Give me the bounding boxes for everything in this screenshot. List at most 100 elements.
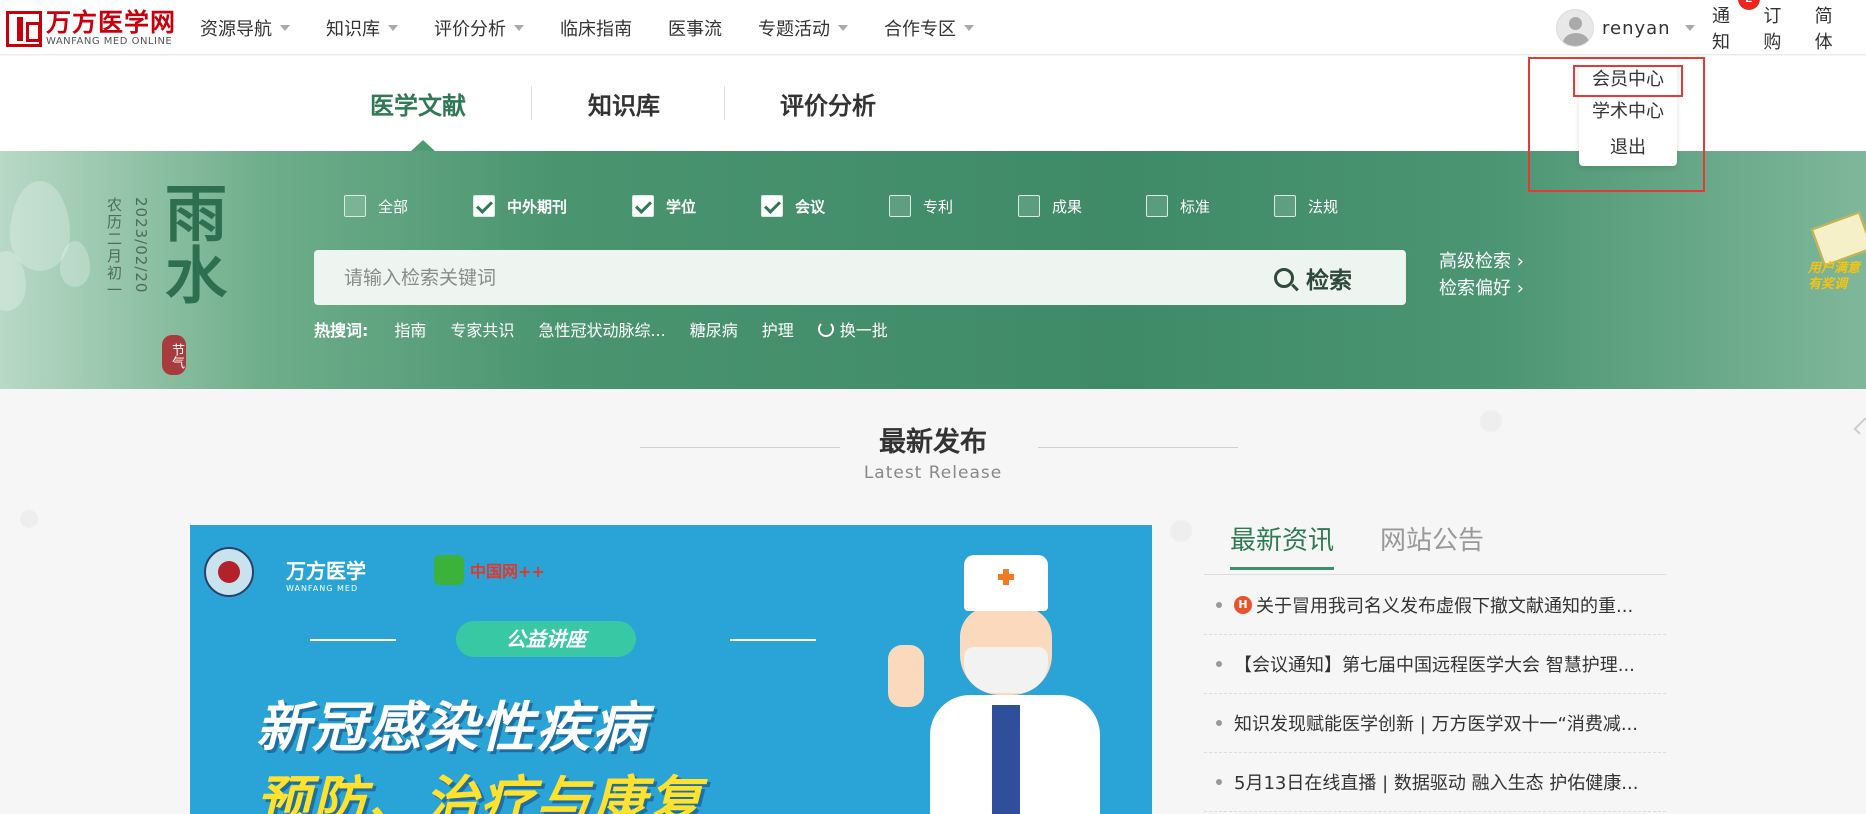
news-list: H 关于冒用我司名义发布虚假下撤文献通知的重... 【会议通知】第七届中国远程医… [1204, 576, 1666, 812]
checkbox[interactable] [1018, 195, 1040, 217]
chevron-down-icon [838, 24, 848, 31]
banner-rule [310, 639, 396, 641]
banner-logo-wanfang: 万方医学 WANFANG MED [286, 559, 366, 593]
resource-filters: 全部 中外期刊 学位 会议 专利 成果 标准 法规 [344, 195, 1374, 217]
banner-tag: 公益讲座 [456, 621, 636, 657]
banner-headline: 新冠感染性疾病 [256, 696, 648, 759]
wechat-icon [434, 555, 464, 585]
nav-special-events[interactable]: 专题活动 [758, 15, 848, 41]
hot-icon: H [1234, 596, 1252, 614]
user-menu-trigger[interactable]: renyan [1556, 9, 1695, 47]
bullet-icon [1216, 602, 1222, 608]
tab-divider [531, 86, 532, 120]
filter-standard[interactable]: 标准 [1146, 195, 1274, 217]
hot-keyword[interactable]: 护理 [762, 317, 794, 341]
search-box: 检索 [314, 250, 1406, 305]
section-title: 最新发布 [879, 427, 987, 458]
checkbox[interactable] [889, 195, 911, 217]
latest-release-heading: 最新发布 Latest Release [0, 420, 1866, 483]
hot-keyword[interactable]: 急性冠状动脉综... [538, 317, 665, 341]
language-switch[interactable]: 简体 [1815, 2, 1848, 54]
notifications-link[interactable]: 通知 2 [1712, 0, 1760, 54]
logo-mark-icon [6, 11, 42, 47]
hot-keyword[interactable]: 指南 [394, 317, 426, 341]
hot-keyword[interactable]: 糖尿病 [690, 317, 738, 341]
filter-patent[interactable]: 专利 [889, 195, 1018, 217]
background-node [20, 510, 38, 528]
filter-all[interactable]: 全部 [344, 195, 473, 217]
utility-links: 通知 2 订购 简体 [1712, 0, 1866, 55]
site-logo[interactable]: 万方医学网 WANFANG MED ONLINE [6, 10, 176, 48]
nav-medical-stream[interactable]: 医事流 [668, 15, 722, 41]
checkbox[interactable] [1274, 195, 1296, 217]
chevron-down-icon [388, 24, 398, 31]
lecture-banner[interactable]: 万方医学 WANFANG MED 中国网++ 公益讲座 新冠感染性疾病 预防、治… [190, 525, 1152, 814]
list-item[interactable]: 5月13日在线直播 | 数据驱动 融入生态 护佑健康... [1204, 753, 1666, 812]
highlight-frame [1528, 57, 1705, 192]
logo-subtitle: WANFANG MED ONLINE [46, 36, 173, 47]
notification-badge: 2 [1738, 0, 1760, 10]
search-button[interactable]: 检索 [1274, 250, 1352, 305]
news-divider [1204, 574, 1666, 575]
filter-regulation[interactable]: 法规 [1274, 195, 1374, 217]
avatar-icon [1556, 9, 1594, 47]
bullet-icon [1216, 720, 1222, 726]
nav-clinical-guidelines[interactable]: 临床指南 [560, 15, 632, 41]
solar-term-date: 2023/02/20 [132, 197, 150, 294]
filter-conference[interactable]: 会议 [761, 195, 889, 217]
book-icon [1810, 211, 1866, 267]
medical-cross-icon [998, 569, 1014, 585]
bullet-icon [1216, 661, 1222, 667]
refresh-keywords-button[interactable]: 换一批 [817, 317, 888, 341]
nav-resources[interactable]: 资源导航 [200, 15, 290, 41]
refresh-icon [817, 321, 834, 337]
promo-line-2: 有奖调 [1808, 277, 1848, 292]
chevron-down-icon [280, 24, 290, 31]
chevron-down-icon [1684, 25, 1695, 31]
survey-promo[interactable]: 用户满意 有奖调 [1808, 211, 1866, 301]
tab-announcements[interactable]: 网站公告 [1380, 520, 1484, 570]
subscribe-link[interactable]: 订购 [1763, 2, 1796, 54]
bullet-icon [1216, 779, 1222, 785]
search-options: 高级检索 › 检索偏好 › [1439, 248, 1524, 302]
list-item[interactable]: 【会议通知】第七届中国远程医学大会 智慧护理... [1204, 635, 1666, 694]
checkbox[interactable] [473, 195, 495, 217]
hot-keyword[interactable]: 专家共识 [450, 317, 514, 341]
advanced-search-link[interactable]: 高级检索 › [1439, 248, 1524, 275]
filter-achievement[interactable]: 成果 [1018, 195, 1146, 217]
background-node [1170, 520, 1192, 542]
doctor-illustration [880, 555, 1120, 814]
list-item[interactable]: H 关于冒用我司名义发布虚假下撤文献通知的重... [1204, 576, 1666, 635]
checkbox[interactable] [761, 195, 783, 217]
search-preference-link[interactable]: 检索偏好 › [1439, 275, 1524, 302]
search-icon [1274, 267, 1294, 288]
checkbox[interactable] [1146, 195, 1168, 217]
news-tabs: 最新资讯 网站公告 [1230, 520, 1530, 570]
tab-latest-news[interactable]: 最新资讯 [1230, 520, 1335, 570]
banner-subheadline: 预防、治疗与康复 [256, 770, 704, 814]
institution-seal-icon [204, 547, 254, 597]
banner-rule [730, 639, 816, 641]
banner-logo-partner: 中国网++ [434, 555, 545, 585]
chevron-down-icon [964, 24, 974, 31]
tab-knowledge-base[interactable]: 知识库 [588, 86, 660, 121]
lunar-date: 农历二月初一 [105, 197, 123, 299]
logo-title: 万方医学网 [46, 8, 177, 37]
chevron-down-icon [514, 24, 524, 31]
checkbox[interactable] [344, 195, 366, 217]
hot-keywords: 热搜词: 指南 专家共识 急性冠状动脉综... 糖尿病 护理 换一批 [314, 317, 888, 341]
nav-evaluation[interactable]: 评价分析 [434, 15, 524, 41]
filter-degree[interactable]: 学位 [632, 195, 761, 217]
username: renyan [1602, 17, 1671, 39]
search-input[interactable] [314, 250, 1214, 305]
nav-knowledge-base[interactable]: 知识库 [326, 15, 398, 41]
main-nav: 资源导航 知识库 评价分析 临床指南 医事流 专题活动 合作专区 [200, 0, 1010, 55]
filter-journals[interactable]: 中外期刊 [473, 195, 632, 217]
raindrop-decoration [60, 241, 90, 287]
solar-term-name: 雨水 [154, 181, 227, 305]
tab-evaluation[interactable]: 评价分析 [780, 86, 876, 121]
list-item[interactable]: 知识发现赋能医学创新 | 万方医学双十一“消费减... [1204, 694, 1666, 753]
checkbox[interactable] [632, 195, 654, 217]
nav-cooperation[interactable]: 合作专区 [884, 15, 974, 41]
tab-medical-literature[interactable]: 医学文献 [370, 86, 466, 121]
